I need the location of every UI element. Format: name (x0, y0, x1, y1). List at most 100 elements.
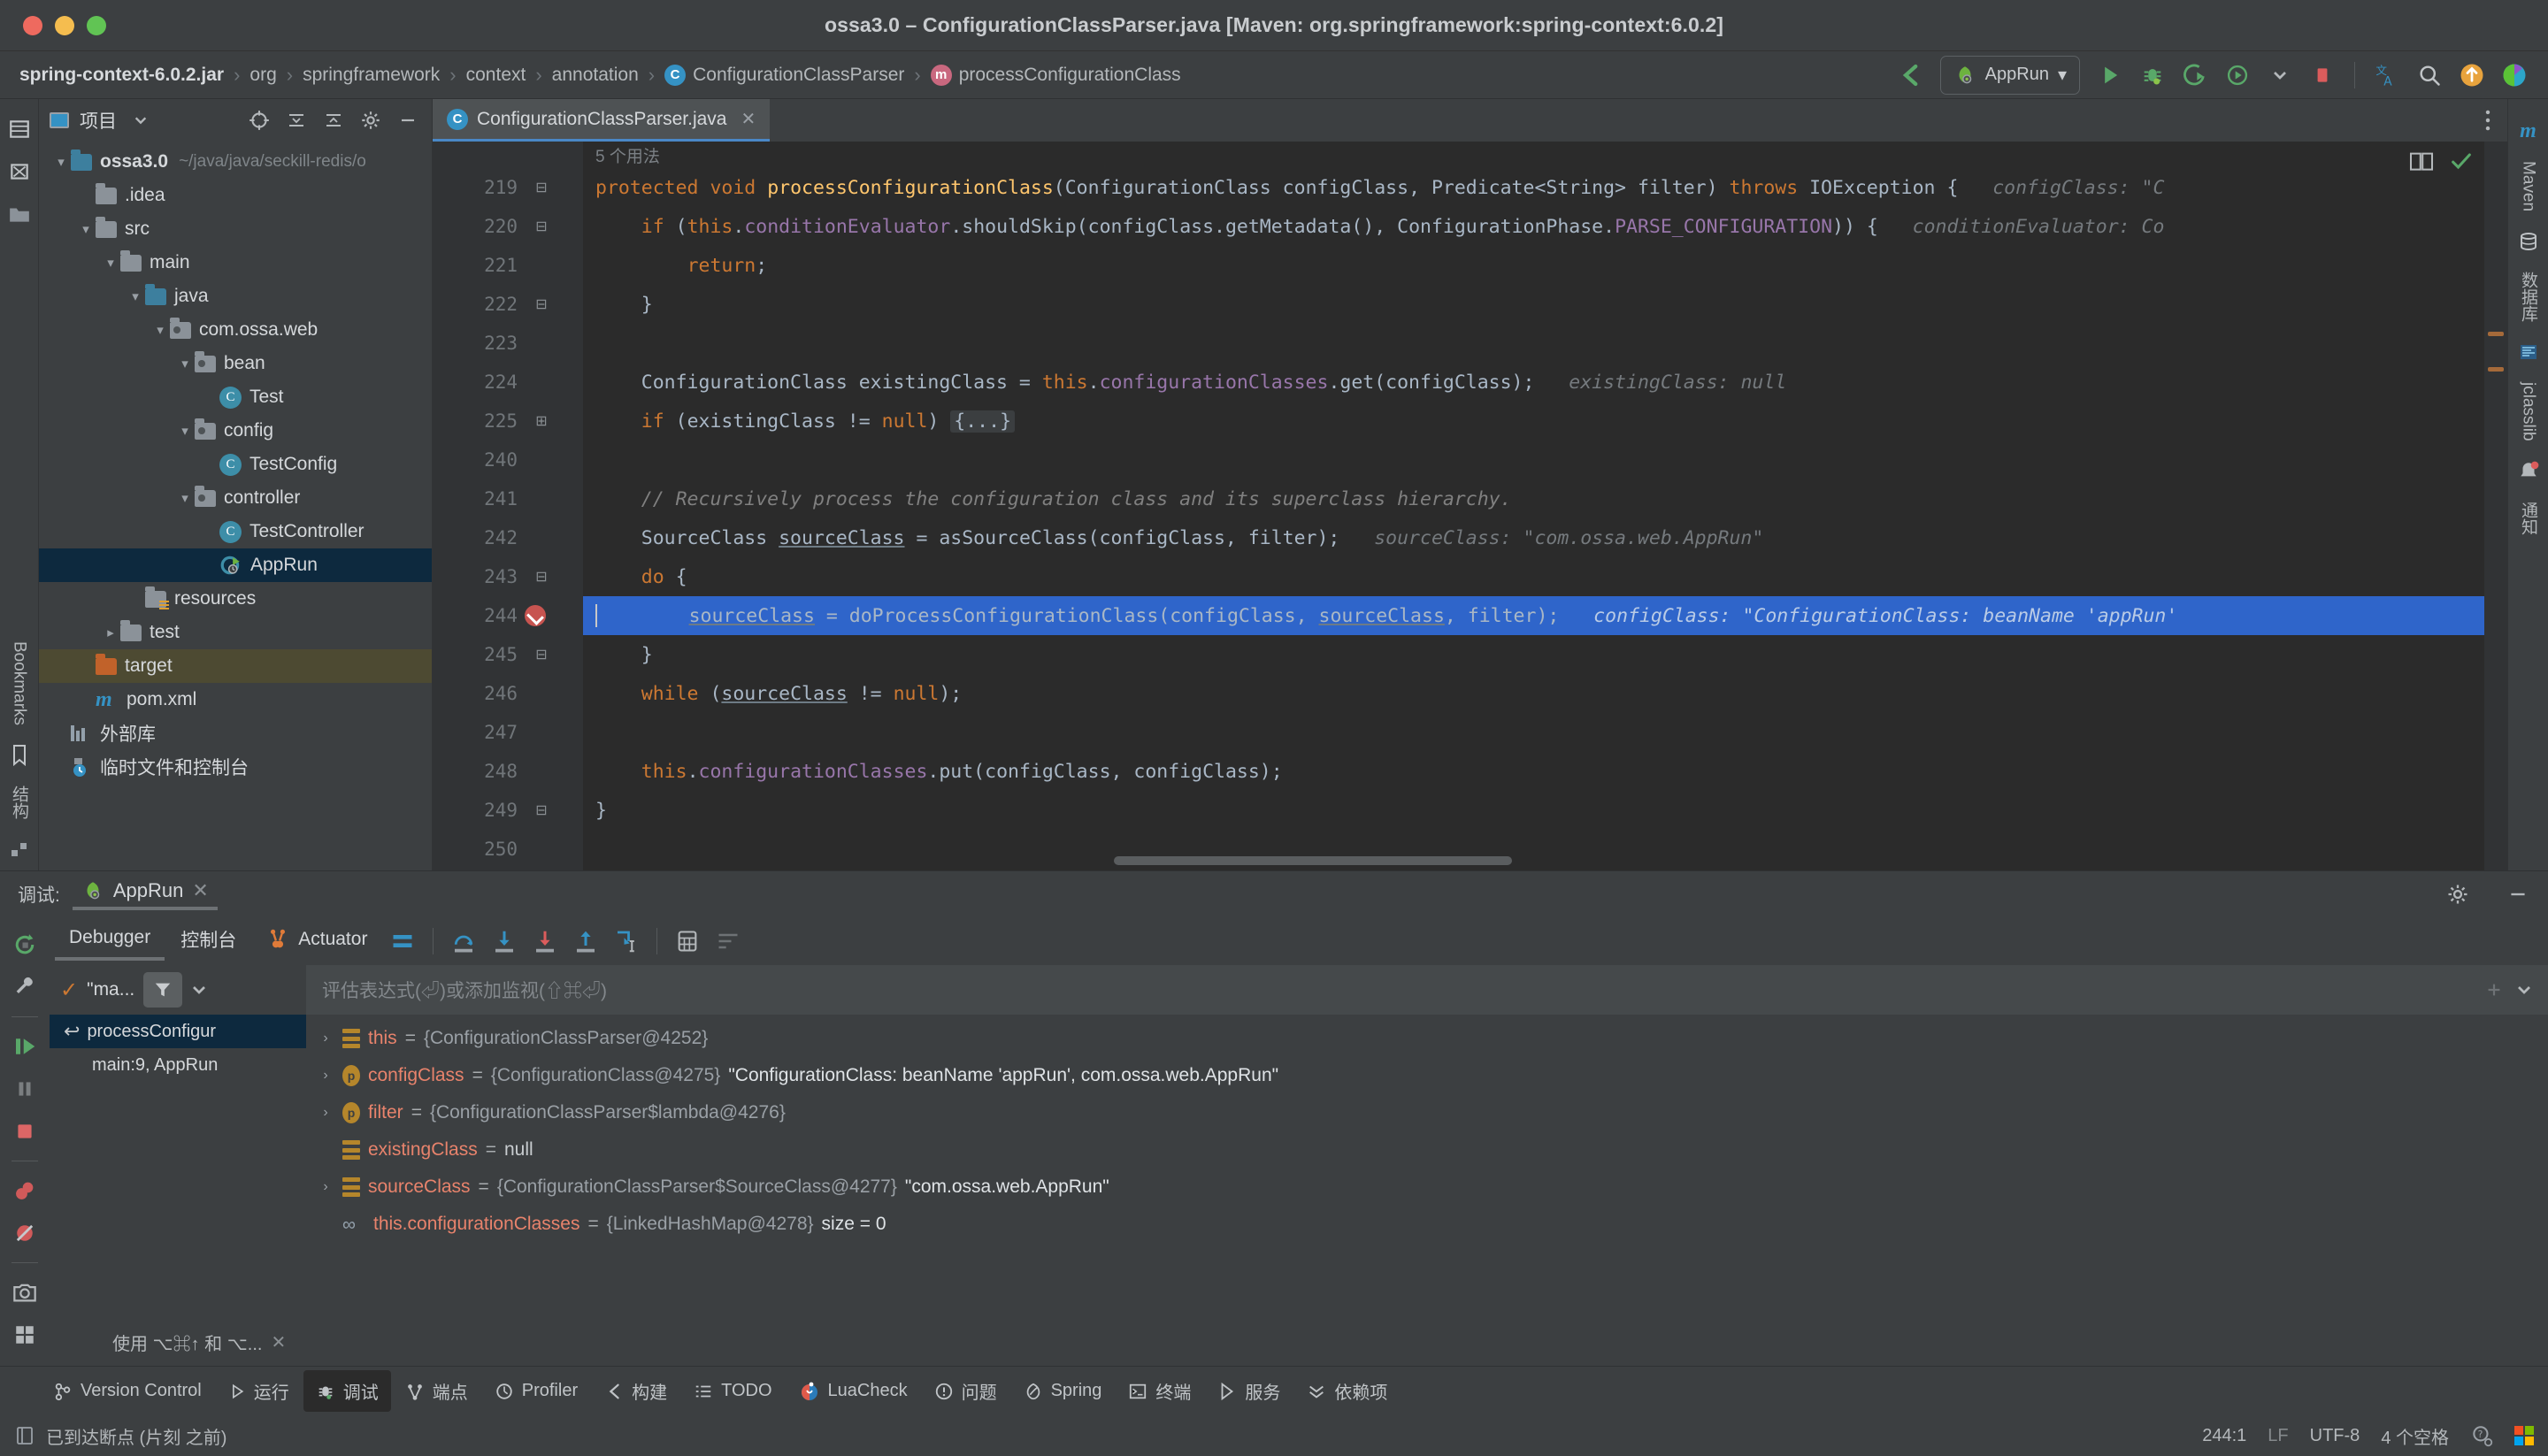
editor-horizontal-scrollbar[interactable] (1114, 856, 1512, 865)
commit-tool-icon[interactable] (4, 157, 35, 187)
structure-rail-label[interactable]: 结构 (7, 777, 31, 828)
variable-row[interactable]: ∞ this.configurationClasses = {LinkedHashMa… (306, 1206, 2548, 1243)
tree-item-pom-xml[interactable]: m pom.xml (39, 683, 432, 717)
gutter-line-246[interactable]: 246 (433, 674, 583, 713)
window-controls[interactable] (23, 15, 106, 35)
frame-row[interactable]: ↩ processConfigur (50, 1015, 306, 1048)
expand-chevron-icon[interactable]: › (317, 1068, 334, 1084)
file-encoding[interactable]: UTF-8 (2310, 1426, 2360, 1446)
toolwindow-button-version-control[interactable]: Version Control (41, 1373, 214, 1409)
pause-program-icon[interactable] (6, 1070, 43, 1107)
database-icon[interactable] (2513, 226, 2544, 257)
tree-item-test[interactable]: C Test (39, 380, 432, 414)
frame-row[interactable]: main:9, AppRun (50, 1048, 306, 1082)
right-rail-label-database[interactable]: 数据库 (2516, 263, 2540, 331)
settings-filter-icon[interactable] (709, 922, 748, 961)
gutter-line-220[interactable]: 220 ⊟ (433, 207, 583, 246)
expand-all-icon[interactable] (320, 107, 347, 134)
tree-item--idea[interactable]: .idea (39, 179, 432, 212)
editor-tabs-more-icon[interactable] (2468, 99, 2507, 142)
tree-item-apprun[interactable]: AppRun (39, 548, 432, 582)
toolwindow-button--[interactable]: 运行 (216, 1370, 302, 1412)
breadcrumb-item-jar[interactable]: spring-context-6.0.2.jar (19, 65, 224, 86)
run-configuration-selector[interactable]: AppRun ▾ (1939, 55, 2080, 95)
breadcrumb-item-springframework[interactable]: springframework (303, 65, 440, 86)
gutter-line-219[interactable]: 219 ⊟ (433, 168, 583, 207)
usages-hint[interactable]: 5 个用法 (583, 142, 2484, 168)
tree-item-ossa3-0[interactable]: ▾ ossa3.0 ~/java/java/seckill-redis/o (39, 145, 432, 179)
reader-mode-icon[interactable] (2408, 150, 2435, 172)
settings-icon[interactable] (2440, 877, 2475, 912)
tree-chevron-icon[interactable]: ▾ (175, 356, 195, 372)
inspections-ok-icon[interactable] (2449, 149, 2474, 173)
step-over-icon[interactable] (444, 922, 483, 961)
toolwindow-button--[interactable]: 依赖项 (1294, 1370, 1400, 1412)
gutter-line-221[interactable]: 221 (433, 246, 583, 285)
toolwindow-button--[interactable]: 构建 (592, 1370, 679, 1412)
close-icon[interactable]: ✕ (192, 879, 208, 902)
breadcrumb-item-context[interactable]: context (466, 65, 526, 86)
right-rail-label-jclasslib[interactable]: jclasslib (2519, 373, 2538, 450)
filter-icon[interactable] (143, 972, 183, 1008)
breakpoint-icon[interactable] (525, 605, 546, 626)
frames-list[interactable]: ↩ processConfigur main:9, AppRun (50, 1015, 306, 1318)
toolwindow-button-profiler[interactable]: Profiler (482, 1373, 590, 1409)
tree-item-java[interactable]: ▾ java (39, 280, 432, 313)
code-line-245[interactable]: } (583, 635, 2484, 674)
notifications-icon[interactable] (2513, 456, 2544, 487)
gutter-line-240[interactable]: 240 (433, 441, 583, 479)
code-line-244[interactable]: sourceClass = doProcessConfigurationClas… (583, 596, 2484, 635)
fold-marker-icon[interactable]: ⊟ (528, 568, 555, 586)
resume-program-icon[interactable] (6, 1028, 43, 1065)
code-line-221[interactable]: return; (583, 246, 2484, 285)
breadcrumb-item-annotation[interactable]: annotation (552, 65, 639, 86)
gutter-line-250[interactable]: 250 (433, 830, 583, 869)
chevron-down-icon[interactable] (191, 982, 207, 998)
tool-window-bar[interactable]: Version Control 运行 调试 端点 Profiler 构建 TODO LuaCh… (0, 1366, 2548, 1415)
build-icon[interactable] (1891, 56, 1930, 95)
code-line-225[interactable]: if (existingClass != null) {...} (583, 402, 2484, 441)
stop-program-icon[interactable] (6, 1113, 43, 1150)
bookmarks-icon[interactable] (4, 740, 35, 770)
fold-marker-icon[interactable]: ⊟ (528, 646, 555, 663)
tree-item-testcontroller[interactable]: C TestController (39, 515, 432, 548)
code-line-242[interactable]: SourceClass sourceClass = asSourceClass(… (583, 518, 2484, 557)
variable-row[interactable]: › p filter = {ConfigurationClassParser$lambd… (306, 1094, 2548, 1131)
gutter-line-243[interactable]: 243 ⊟ (433, 557, 583, 596)
fold-marker-icon[interactable]: ⊟ (528, 218, 555, 235)
variable-row[interactable]: › this = {ConfigurationClassParser@4252} (306, 1020, 2548, 1057)
chevron-down-icon[interactable] (2516, 982, 2532, 998)
hide-panel-icon[interactable] (395, 107, 421, 134)
fold-marker-icon[interactable]: ⊟ (528, 179, 555, 196)
folder-tool-icon[interactable] (4, 199, 35, 229)
tree-item-target[interactable]: target (39, 649, 432, 683)
expand-chevron-icon[interactable]: › (317, 1105, 334, 1121)
fold-marker-icon[interactable]: ⊟ (528, 801, 555, 819)
gutter-line-248[interactable]: 248 (433, 752, 583, 791)
code-line-243[interactable]: do { (583, 557, 2484, 596)
tree-item-main[interactable]: ▾ main (39, 246, 432, 280)
translate-icon[interactable]: 文A (2368, 56, 2406, 95)
toolwindow-button--[interactable]: 终端 (1116, 1370, 1203, 1412)
code-line-246[interactable]: while (sourceClass != null); (583, 674, 2484, 713)
gutter-line-224[interactable]: 224 (433, 363, 583, 402)
code-line-247[interactable] (583, 713, 2484, 752)
profile-icon[interactable] (2218, 56, 2257, 95)
tree-chevron-icon[interactable]: ▾ (126, 288, 145, 304)
step-into-icon[interactable] (485, 922, 524, 961)
tree-chevron-icon[interactable]: ▾ (175, 423, 195, 439)
settings-icon[interactable] (357, 107, 384, 134)
tab-console[interactable]: 控制台 (166, 921, 250, 962)
tree-chevron-icon[interactable]: ▾ (51, 154, 71, 170)
chevron-down-icon[interactable] (2260, 56, 2299, 95)
rerun-icon[interactable] (6, 926, 43, 963)
search-icon[interactable] (2410, 56, 2449, 95)
tree-chevron-icon[interactable]: ▾ (175, 490, 195, 506)
editor-tab-configurationclassparser[interactable]: C ConfigurationClassParser.java ✕ (433, 99, 771, 142)
frames-layout-icon[interactable] (383, 922, 422, 961)
code-content[interactable]: 5 个用法 protected void processConfiguratio… (583, 142, 2484, 870)
run-to-cursor-icon[interactable] (607, 922, 646, 961)
caret-position[interactable]: 244:1 (2202, 1426, 2246, 1446)
gutter-line-249[interactable]: 249 ⊟ (433, 791, 583, 830)
collapse-all-icon[interactable] (283, 107, 310, 134)
